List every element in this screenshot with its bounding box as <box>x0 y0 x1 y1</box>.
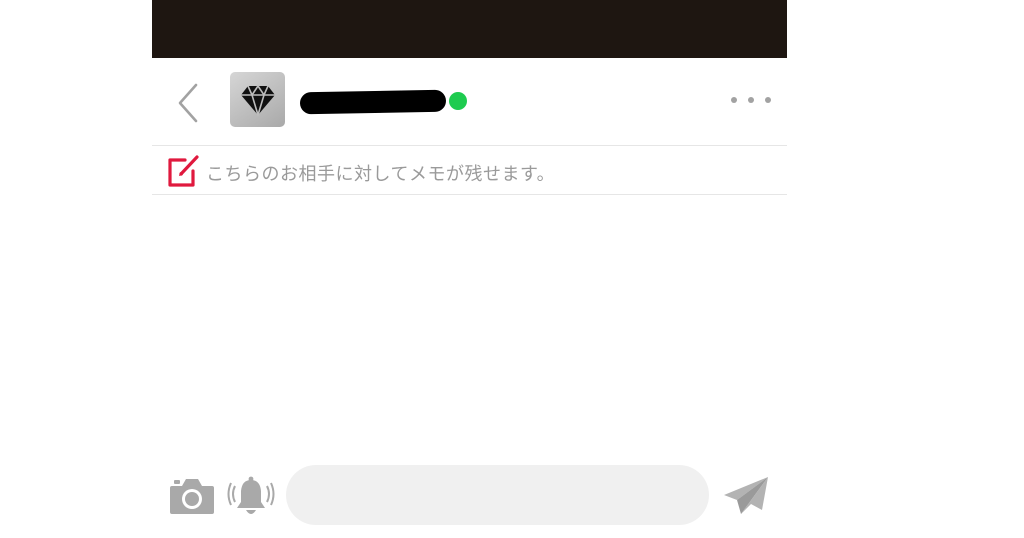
edit-note-icon <box>168 155 199 187</box>
chat-header <box>152 58 787 146</box>
paper-plane-icon <box>724 477 768 514</box>
send-button[interactable] <box>722 474 770 518</box>
chat-screen: こちらのお相手に対してメモが残せます。 <box>152 0 787 538</box>
back-button[interactable] <box>170 80 206 126</box>
message-composer <box>152 458 787 538</box>
memo-bar[interactable]: こちらのお相手に対してメモが残せます。 <box>152 146 787 195</box>
message-list[interactable] <box>152 196 787 458</box>
avatar[interactable] <box>230 72 285 127</box>
ringing-bell-icon <box>227 476 275 514</box>
chevron-left-icon <box>178 83 198 123</box>
contact-name-redacted <box>299 89 447 115</box>
camera-button[interactable] <box>168 474 216 516</box>
message-input[interactable] <box>286 465 709 525</box>
status-bar <box>152 0 787 58</box>
more-dot-icon <box>731 97 737 103</box>
camera-icon <box>170 479 214 514</box>
more-dot-icon <box>765 97 771 103</box>
diamond-icon <box>240 84 275 116</box>
memo-hint-text: こちらのお相手に対してメモが残せます。 <box>206 164 556 185</box>
more-options-button[interactable] <box>731 88 771 112</box>
more-dot-icon <box>748 97 754 103</box>
online-status-dot <box>449 92 467 110</box>
notify-button[interactable] <box>227 474 275 520</box>
